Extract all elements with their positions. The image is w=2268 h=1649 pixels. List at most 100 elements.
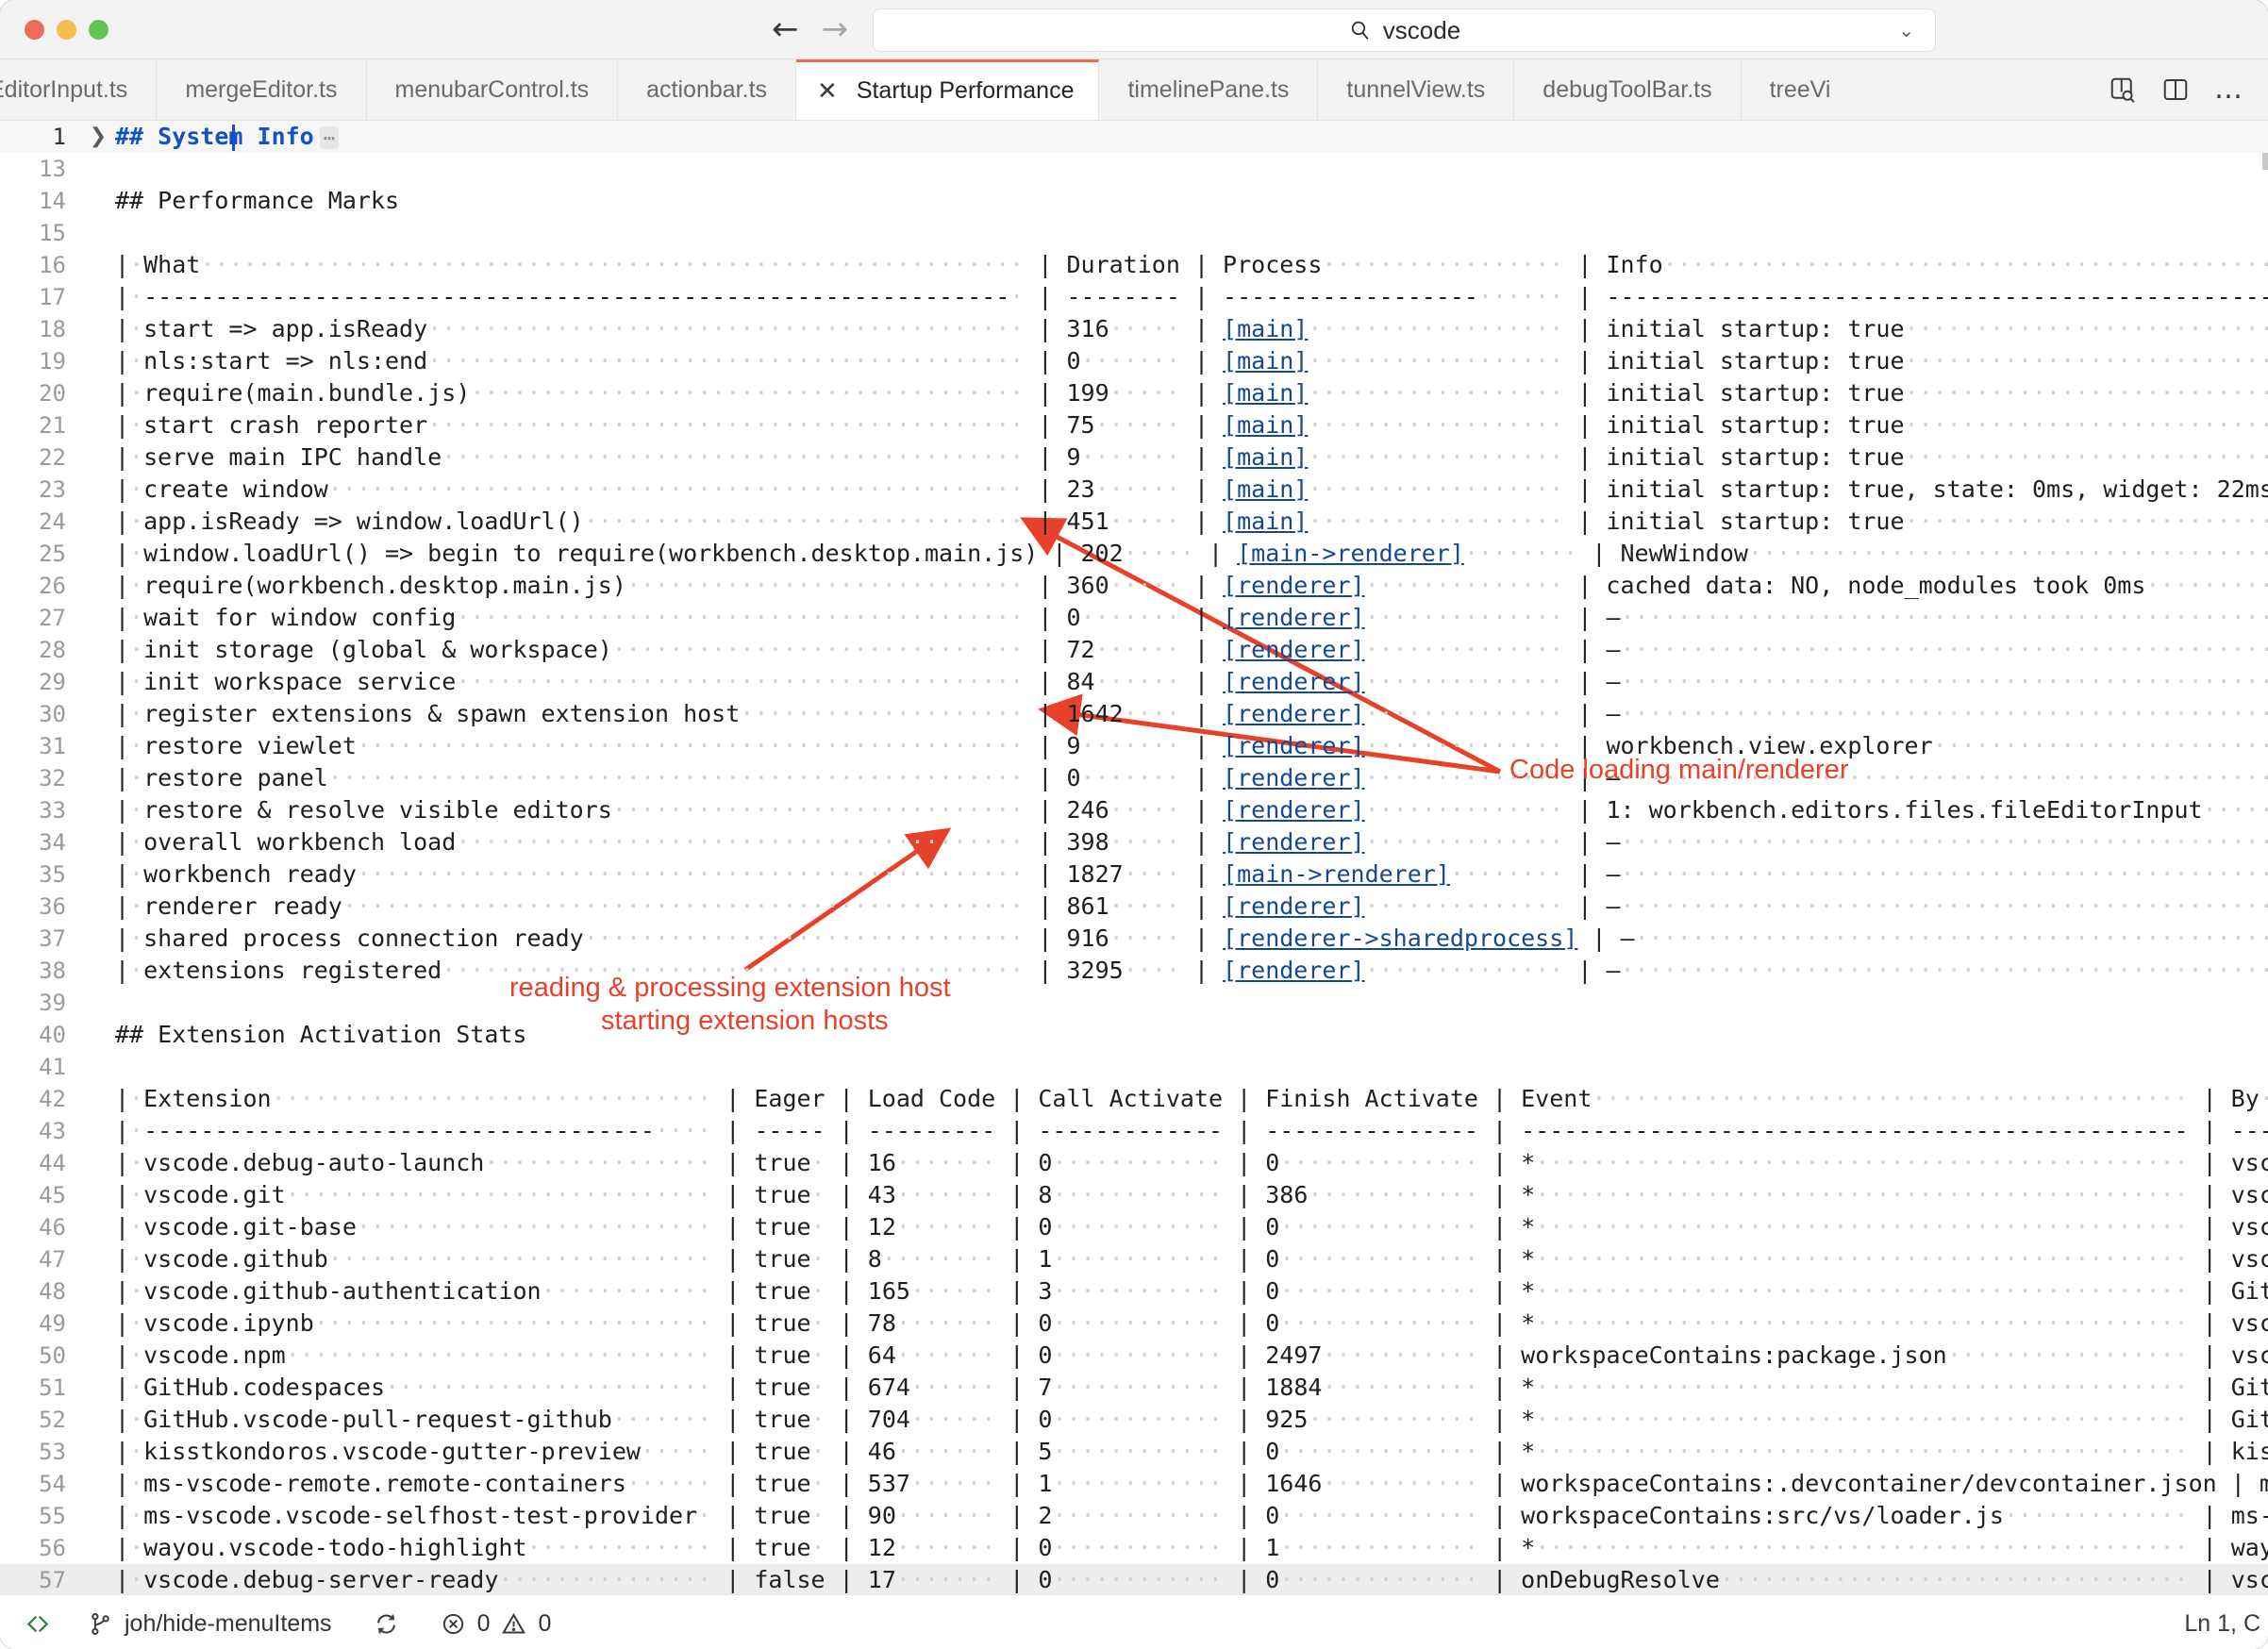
line-number: 44 [39,1150,66,1176]
problems-item[interactable]: 0 0 [420,1595,573,1649]
tab-mergeeditor-ts[interactable]: mergeEditor.ts [157,59,367,120]
remote-indicator[interactable] [0,1595,67,1649]
tab-treeview-ts[interactable]: treeVi [1741,59,1837,120]
fold-arrow-icon[interactable]: ❯ [81,121,115,153]
line-text: |·init storage (global & workspace)·····… [115,636,2268,663]
code-line: 43 |·------------------------------------… [0,1115,2268,1147]
code-line: 14 ## Performance Marks [0,185,2268,217]
chevron-down-icon[interactable]: ⌄ [1898,19,1914,42]
line-number: 37 [39,925,66,952]
line-number: 24 [39,508,66,535]
zoom-window-button[interactable] [89,19,108,40]
performance-marks-table: 16 |·What································… [0,249,2268,987]
line-number: 45 [39,1182,66,1208]
line-number: 34 [39,829,66,856]
tab-label: treeVi [1769,75,1831,103]
line-text: |·nls:start => nls:end··················… [115,347,2268,375]
code-line: 38 |·extensions registered···············… [0,955,2268,987]
find-in-editor-icon[interactable] [2109,75,2137,104]
code-line: 57 |·vscode.debug-server-ready···········… [0,1564,2268,1594]
tab-label: timelinePane.ts [1127,75,1290,103]
line-number: 29 [39,669,66,695]
code-line: 23 |·create window·······················… [0,474,2268,506]
editor-pane[interactable]: 1 ❯ ## System Info ⋯ 13 14 ## Performance… [0,121,2268,1594]
split-editor-icon[interactable] [2161,75,2190,104]
code-line: 51 |·GitHub.codespaces···················… [0,1372,2268,1404]
minimize-window-button[interactable] [57,19,76,40]
tab-label: debugToolBar.ts [1543,75,1712,103]
line-number: 17 [39,284,66,310]
line-number: 1 [52,124,66,150]
code-line: 19 |·nls:start => nls:end················… [0,345,2268,377]
code-line: 29 |·init workspace service··············… [0,666,2268,698]
line-number: 31 [39,733,66,759]
close-window-button[interactable] [25,19,44,40]
error-icon [442,1613,463,1634]
back-arrow-icon[interactable]: ← [772,13,799,45]
code-content: 1 ❯ ## System Info ⋯ 13 14 ## Performance… [0,121,2268,1594]
line-text: |·workbench ready·······················… [115,860,2268,888]
cursor-position-item[interactable]: Ln 1, C [2087,1610,2260,1638]
line-number: 28 [39,637,66,663]
code-line: 30 |·register extensions & spawn extensio… [0,698,2268,730]
line-number: 22 [39,444,66,471]
line-text: |·vscode.github·························… [115,1245,2268,1273]
status-bar-left: joh/hide-menuItems 0 0 [0,1595,572,1649]
line-number: 56 [39,1535,66,1561]
tab-tunnelview-ts[interactable]: tunnelView.ts [1318,59,1515,120]
code-line: 21 |·start crash reporter················… [0,409,2268,441]
code-line: 54 |·ms-vscode-remote.remote-containers··… [0,1468,2268,1500]
line-number: 20 [39,380,66,407]
code-line: 41 [0,1051,2268,1083]
code-line: 20 |·require(main.bundle.js)·············… [0,377,2268,409]
line-text: |·vscode.debug-server-ready·············… [115,1566,2268,1593]
line-text: |·restore viewlet·······················… [115,732,2268,759]
line-number: 35 [39,861,66,888]
line-text: ## Performance Marks [115,187,400,214]
tab-debugtoolbar-ts[interactable]: debugToolBar.ts [1514,59,1742,120]
text-cursor [232,124,235,151]
tab-actionbar-ts[interactable]: actionbar.ts [618,59,797,120]
line-text: |·vscode.ipynb··························… [115,1309,2268,1337]
sync-changes-button[interactable] [353,1595,420,1649]
line-text: |·init workspace service················… [115,668,2268,695]
tab-editorinput-ts[interactable]: EditorInput.ts [0,59,158,120]
command-center[interactable]: vscode ⌄ [873,8,1936,52]
git-branch-item[interactable]: joh/hide-menuItems [67,1595,353,1649]
line-text: |·shared process connection ready·······… [115,924,2268,952]
line-number: 13 [39,156,66,182]
line-text: |·renderer ready························… [115,892,2268,920]
line-number: 55 [39,1503,66,1529]
tab-timelinepane-ts[interactable]: timelinePane.ts [1099,59,1319,120]
forward-arrow-icon[interactable]: → [822,13,849,45]
fold-placeholder-icon[interactable]: ⋯ [319,125,339,149]
code-line: 32 |·restore panel·······················… [0,762,2268,794]
line-number: 21 [39,412,66,439]
more-actions-icon[interactable]: … [2214,75,2245,104]
line-text: |·What··································… [115,251,2268,278]
line-text: ## Extension Activation Stats [115,1021,527,1048]
tab-label: actionbar.ts [646,75,768,103]
line-text: |·create window·························… [115,475,2268,503]
tab-label: Startup Performance [856,77,1075,104]
line-text: |·GitHub.codespaces·····················… [115,1374,2268,1401]
line-number: 42 [39,1086,66,1112]
line-text: |·vscode.npm····························… [115,1341,2268,1369]
line-number: 46 [39,1214,66,1241]
line-text: |·GitHub.vscode-pull-request-github·····… [115,1406,2268,1433]
line-number: 18 [39,316,66,342]
code-line: 25 |·window.loadUrl() => begin to require… [0,538,2268,570]
code-line: 44 |·vscode.debug-auto-launch············… [0,1147,2268,1179]
line-text: |·------------------------------------··… [115,1117,2268,1144]
code-line: 46 |·vscode.git-base·····················… [0,1211,2268,1243]
tab-label: tunnelView.ts [1346,75,1486,103]
code-line: 26 |·require(workbench.desktop.main.js)··… [0,570,2268,602]
line-number: 27 [39,605,66,631]
code-line: 18 |·start => app.isReady················… [0,313,2268,345]
line-number: 19 [39,348,66,375]
line-number: 43 [39,1118,66,1144]
tab-startup-performance[interactable]: ✕ Startup Performance [796,59,1100,120]
tab-menubarcontrol-ts[interactable]: menubarControl.ts [366,59,619,120]
code-line: 52 |·GitHub.vscode-pull-request-github···… [0,1404,2268,1436]
close-icon[interactable]: ✕ [817,79,838,104]
